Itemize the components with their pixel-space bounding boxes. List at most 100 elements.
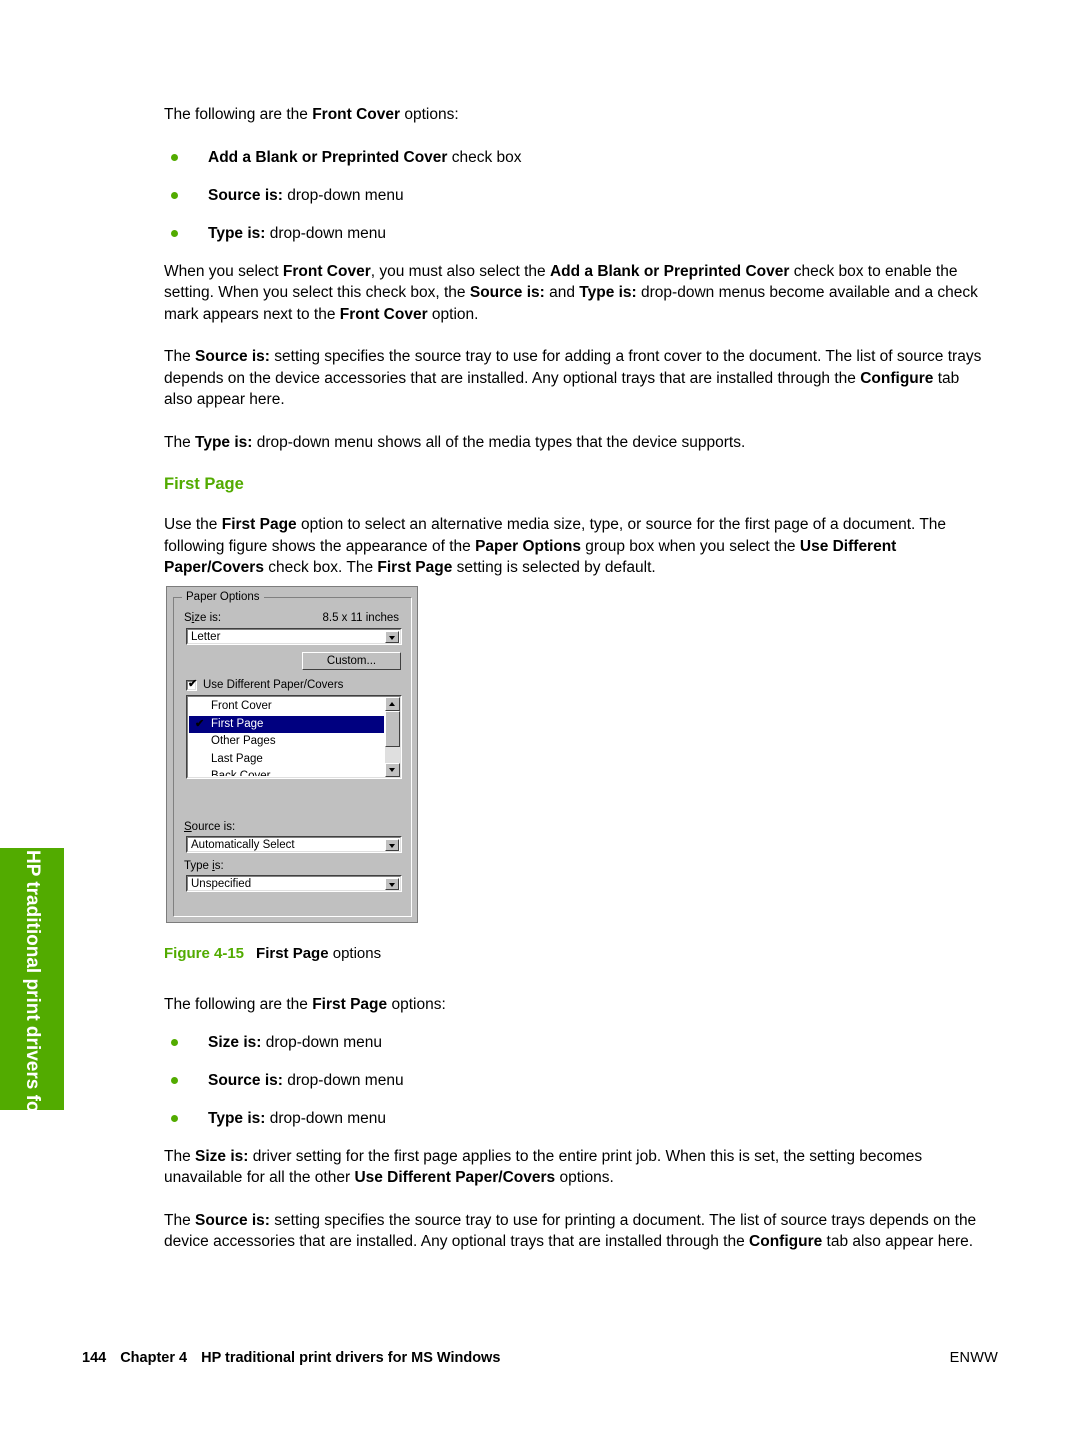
text-run-bold: Type is: — [195, 433, 253, 451]
list-item-label: Other Pages — [211, 735, 276, 747]
list-item-text: drop-down menu — [265, 224, 387, 242]
text-run: options. — [555, 1169, 614, 1186]
scroll-up-icon[interactable] — [385, 697, 400, 711]
text-run: options: — [400, 106, 459, 123]
text-run: The — [164, 433, 196, 451]
list-item-bold: Source is: — [208, 186, 283, 204]
size-is-dropdown[interactable]: Letter — [186, 628, 402, 645]
paragraph-following-first-page: The following are the First Page options… — [164, 994, 986, 1016]
text-run: The — [164, 348, 196, 365]
list-item-bold: Type is: — [208, 224, 266, 242]
check-mark-icon: ✔ — [195, 717, 205, 730]
paragraph-size-is: The Size is: driver setting for the firs… — [164, 1146, 986, 1189]
list-item[interactable]: Back Cover — [189, 768, 384, 776]
list-item: Add a Blank or Preprinted Cover check bo… — [164, 147, 986, 168]
chevron-down-icon[interactable] — [385, 631, 399, 643]
chapter-side-tab-label: HP traditional print drivers for MS Wind… — [22, 850, 43, 1110]
list-item-bold: Type is: — [208, 1109, 266, 1127]
list-item[interactable]: Last Page — [189, 751, 384, 769]
scrollbar-thumb[interactable] — [385, 711, 400, 747]
source-is-label: Source is: — [184, 821, 236, 833]
paragraph-use-first-page: Use the First Page option to select an a… — [164, 514, 986, 579]
text-run: drop-down menu shows all of the media ty… — [252, 433, 746, 451]
list-item: Size is: drop-down menu — [164, 1032, 986, 1053]
paragraph-source-is-2: The Source is: setting specifies the sou… — [164, 1210, 986, 1253]
text-run-bold: Configure — [749, 1233, 823, 1250]
use-different-paper-covers-checkbox-row[interactable]: ✔ Use Different Paper/Covers — [186, 678, 343, 692]
page-number: 144 — [82, 1350, 107, 1366]
list-item: Source is: drop-down menu — [164, 1070, 986, 1091]
bullet-dot-icon — [171, 1114, 178, 1122]
custom-button[interactable]: Custom... — [302, 652, 401, 670]
listbox-scrollbar[interactable] — [385, 697, 400, 777]
figure-number: Figure 4-15 — [164, 945, 245, 962]
bullet-dot-icon — [171, 153, 178, 161]
page-footer: 144 Chapter 4 HP traditional print drive… — [82, 1348, 998, 1368]
list-item-label: Front Cover — [211, 700, 272, 712]
list-item-bold: Size is: — [208, 1033, 262, 1051]
footer-chapter-title: HP traditional print drivers for MS Wind… — [201, 1350, 501, 1366]
text-run: setting is selected by default. — [452, 559, 656, 576]
chevron-down-icon[interactable] — [385, 839, 399, 851]
text-run-bold: Source is: — [195, 1211, 270, 1229]
scroll-down-icon[interactable] — [385, 763, 400, 777]
list-item[interactable]: Front Cover — [189, 698, 384, 716]
list-item-label: First Page — [211, 717, 264, 730]
first-page-bullet-list: Size is: drop-down menu Source is: drop-… — [164, 1032, 986, 1129]
list-item: Type is: drop-down menu — [164, 1108, 986, 1129]
text-run: check box. The — [263, 559, 378, 576]
paragraph-type-is: The Type is: drop-down menu shows all of… — [164, 432, 986, 454]
chevron-down-icon[interactable] — [385, 878, 399, 890]
paragraph-when-you-select: When you select Front Cover, you must al… — [164, 261, 986, 326]
text-run: , you must also select the — [370, 262, 550, 280]
text-run-bold: Source is: — [469, 284, 545, 301]
text-run: and — [544, 284, 580, 301]
paper-covers-listbox[interactable]: Front Cover ✔ First Page Other Pages Last… — [186, 695, 402, 779]
text-run-bold: First Page — [221, 516, 297, 533]
section-heading-first-page: First Page — [164, 475, 244, 493]
text-run-bold: Use Different Paper/Covers — [354, 1169, 556, 1186]
size-is-label: Size is: — [184, 612, 222, 624]
bullet-dot-icon — [171, 1076, 178, 1084]
type-is-dropdown[interactable]: Unspecified — [186, 875, 402, 892]
text-run: group box when you select the — [581, 537, 800, 555]
text-run: The — [164, 1147, 196, 1165]
page-content: The following are the Front Cover option… — [164, 104, 986, 600]
paragraph-source-is: The Source is: setting specifies the sou… — [164, 346, 986, 411]
size-dimensions-readout: 8.5 x 11 inches — [322, 612, 399, 624]
text-run: The following are the — [164, 996, 313, 1013]
text-run-bold: Front Cover — [312, 106, 401, 123]
list-item-label: Last Page — [211, 752, 263, 765]
text-run: setting specifies the source tray to use… — [164, 348, 982, 387]
type-is-value: Unspecified — [191, 878, 252, 890]
text-run: options: — [387, 996, 446, 1013]
list-item-selected[interactable]: ✔ First Page — [189, 715, 384, 733]
text-run: Use the — [164, 516, 222, 533]
footer-left: 144 Chapter 4 HP traditional print drive… — [82, 1348, 500, 1368]
figure-paper-options-screenshot: Paper Options Size is: 8.5 x 11 inches L… — [166, 586, 418, 923]
text-run-bold: Paper Options — [475, 537, 581, 555]
list-item-text: drop-down menu — [261, 1033, 383, 1051]
list-item-bold: Add a Blank or Preprinted Cover — [208, 148, 448, 166]
type-is-label: Type is: — [184, 860, 224, 872]
list-item: Source is: drop-down menu — [164, 185, 986, 206]
text-run-bold: Configure — [860, 369, 934, 387]
text-run-bold: First Page — [377, 559, 453, 576]
list-item-bold: Source is: — [208, 1071, 283, 1089]
text-run-bold: Source is: — [195, 348, 270, 365]
text-run-bold: Front Cover — [339, 305, 428, 323]
list-item: Type is: drop-down menu — [164, 223, 986, 244]
list-item-text: drop-down menu — [282, 1071, 404, 1089]
bullet-dot-icon — [171, 1038, 178, 1046]
paper-options-dialog: Paper Options Size is: 8.5 x 11 inches L… — [166, 586, 418, 923]
checkbox-icon[interactable]: ✔ — [186, 678, 197, 691]
text-run-bold: First Page — [312, 996, 388, 1013]
list-item-label: Back Cover — [211, 770, 271, 776]
text-run: When you select — [164, 262, 283, 280]
text-run-bold: Front Cover — [282, 262, 371, 280]
figure-caption: Figure 4-15 First Page options — [164, 944, 764, 964]
list-item[interactable]: Other Pages — [189, 733, 384, 751]
source-is-value: Automatically Select — [191, 839, 295, 851]
paragraph-front-cover-intro: The following are the Front Cover option… — [164, 104, 986, 126]
source-is-dropdown[interactable]: Automatically Select — [186, 836, 402, 853]
